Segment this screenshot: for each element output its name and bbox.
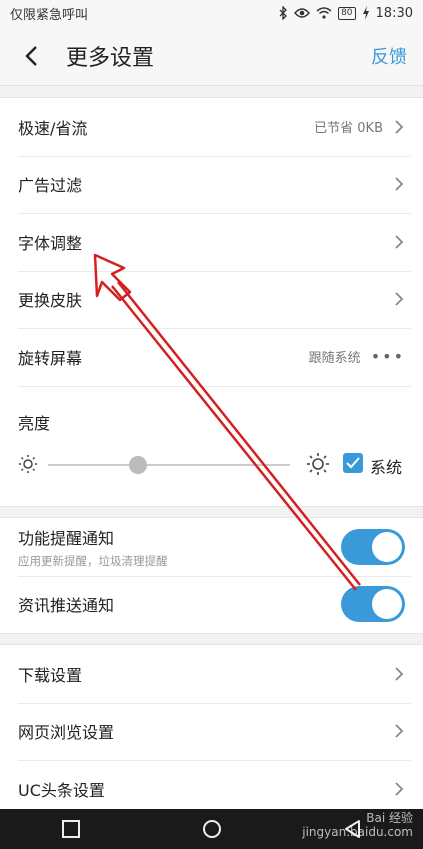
chevron-right-icon (393, 119, 405, 135)
setting-label: 网页浏览设置 (18, 723, 115, 743)
system-brightness-label: 系统 (370, 457, 403, 477)
status-bar: 仅限紧急呼叫 80 18:30 (0, 0, 423, 26)
settings-group-browse: 下载设置 网页浏览设置 UC头条设置 (0, 644, 423, 819)
brightness-slider-track[interactable] (48, 463, 290, 466)
recents-button[interactable] (51, 813, 91, 845)
setting-web-browsing[interactable]: 网页浏览设置 (0, 702, 423, 761)
page-title: 更多设置 (66, 45, 155, 71)
setting-brightness: 亮度 系统 (0, 385, 423, 506)
status-icons: 80 18:30 (278, 6, 413, 21)
chevron-left-icon (25, 45, 37, 66)
news-push-toggle[interactable] (341, 586, 405, 623)
bluetooth-icon (278, 6, 288, 20)
feedback-button[interactable]: 反馈 (371, 43, 407, 69)
status-time: 18:30 (375, 5, 413, 21)
setting-speed-saving[interactable]: 极速/省流 已节省 0KB (0, 98, 423, 156)
settings-group-general: 极速/省流 已节省 0KB 广告过滤 字体调整 更换皮肤 旋转屏幕 跟随系统 •… (0, 97, 423, 507)
sun-small-icon (18, 454, 38, 478)
setting-value: 已节省 0KB (314, 121, 383, 137)
chevron-right-icon (393, 291, 405, 307)
chevron-right-icon (393, 723, 405, 739)
brightness-label: 亮度 (18, 413, 51, 433)
setting-label: 字体调整 (18, 233, 83, 253)
setting-label: 资讯推送通知 (18, 596, 115, 616)
feature-notification-toggle[interactable] (341, 528, 405, 565)
setting-feature-notification: 功能提醒通知 应用更新提醒，垃圾清理提醒 (0, 518, 423, 576)
top-app-bar: 更多设置 反馈 (0, 26, 423, 86)
setting-label: 功能提醒通知 (18, 528, 115, 548)
brightness-slider-thumb[interactable] (128, 455, 147, 474)
wifi-icon (316, 7, 332, 19)
baidu-watermark: Bai 经验 jingyan.baidu.com (302, 811, 413, 839)
status-carrier-text: 仅限紧急呼叫 (10, 7, 89, 23)
setting-label: 旋转屏幕 (18, 348, 83, 368)
system-brightness-checkbox[interactable] (343, 452, 363, 473)
chevron-right-icon (393, 234, 405, 250)
sun-large-icon (306, 452, 330, 480)
chevron-right-icon (393, 666, 405, 682)
setting-label: 广告过滤 (18, 176, 83, 196)
setting-ad-filter[interactable]: 广告过滤 (0, 155, 423, 214)
square-icon (61, 820, 80, 838)
more-dots-icon: ••• (370, 347, 405, 367)
settings-group-notifications: 功能提醒通知 应用更新提醒，垃圾清理提醒 资讯推送通知 (0, 517, 423, 634)
battery-icon: 80 (338, 6, 356, 20)
setting-download[interactable]: 下载设置 (0, 645, 423, 703)
circle-icon (202, 820, 221, 838)
setting-sublabel: 应用更新提醒，垃圾清理提醒 (18, 553, 168, 568)
setting-value: 跟随系统 (308, 351, 361, 367)
charging-icon (362, 6, 370, 20)
setting-change-skin[interactable]: 更换皮肤 (0, 270, 423, 329)
setting-rotate-screen[interactable]: 旋转屏幕 跟随系统 ••• (0, 328, 423, 386)
check-icon (346, 456, 360, 468)
setting-label: 极速/省流 (18, 118, 88, 138)
setting-font-adjust[interactable]: 字体调整 (0, 213, 423, 271)
setting-news-push: 资讯推送通知 (0, 575, 423, 634)
home-button[interactable] (192, 813, 232, 845)
chevron-right-icon (393, 176, 405, 192)
setting-label: 更换皮肤 (18, 291, 83, 311)
setting-label: 下载设置 (18, 665, 83, 685)
chevron-right-icon (393, 781, 405, 797)
back-button[interactable] (16, 41, 46, 71)
setting-label: UC头条设置 (18, 780, 105, 800)
eye-icon (294, 7, 311, 19)
